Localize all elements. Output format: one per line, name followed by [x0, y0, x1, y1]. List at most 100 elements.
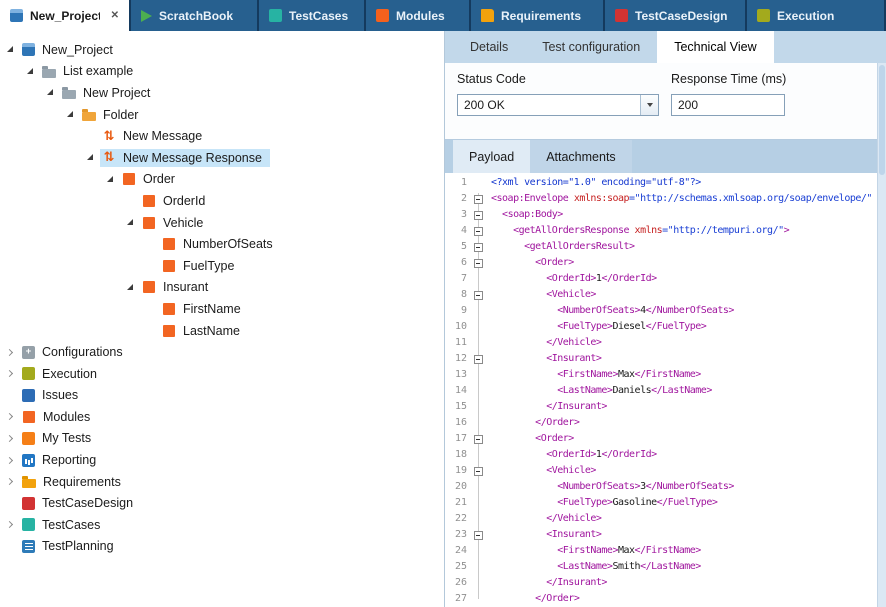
status-code-value: 200 OK [458, 98, 640, 112]
tree-item-testcasedesign[interactable]: TestCaseDesign [0, 492, 444, 514]
xml-editor[interactable]: 1234567891011121314151617181920212223242… [445, 173, 886, 607]
fold-toggle-icon[interactable] [474, 227, 483, 236]
code-token: <Vehicle> [546, 289, 596, 300]
tree-item-issues[interactable]: Issues [0, 385, 444, 407]
gutter-numbers: 1234567891011121314151617181920212223242… [445, 173, 470, 607]
expander-icon[interactable] [104, 173, 117, 186]
fold-toggle-icon[interactable] [474, 355, 483, 364]
fold-toggle-icon[interactable] [474, 435, 483, 444]
tree-item-order[interactable]: Order [0, 169, 444, 191]
tab-label: TestCases [289, 9, 348, 23]
fold-toggle-icon[interactable] [474, 211, 483, 220]
tree-item-testplanning[interactable]: TestPlanning [0, 536, 444, 558]
tree-item-modules[interactable]: Modules [0, 406, 444, 428]
code-token: Gasoline [612, 497, 656, 508]
status-code-select[interactable]: 200 OK [457, 94, 659, 116]
top-tab-new-project[interactable]: New_Project✕ [0, 0, 131, 31]
tree-row-content: FuelType [160, 257, 242, 275]
code-line: <NumberOfSeats>3</NumberOfSeats> [491, 479, 886, 495]
close-icon[interactable]: ✕ [107, 10, 119, 21]
expander-icon[interactable] [4, 475, 17, 488]
code-token: </NumberOfSeats> [646, 305, 734, 316]
tree-item-label: TestCases [42, 518, 100, 532]
scrollbar-thumb[interactable] [879, 65, 885, 175]
tree-item-new-project[interactable]: New Project [0, 82, 444, 104]
fold-toggle-icon[interactable] [474, 531, 483, 540]
tree-item-new-project[interactable]: New_Project [0, 39, 444, 61]
fold-cell [470, 415, 487, 431]
dropdown-arrow-icon[interactable] [640, 95, 658, 115]
line-number: 7 [445, 271, 467, 287]
top-tab-testcasedesign[interactable]: TestCaseDesign [605, 0, 747, 31]
tab-technical-view[interactable]: Technical View [657, 31, 773, 63]
expander-icon[interactable] [124, 216, 137, 229]
tree-item-new-message[interactable]: New Message [0, 125, 444, 147]
line-number: 27 [445, 591, 467, 607]
gutter-folds [470, 173, 487, 607]
fold-toggle-icon[interactable] [474, 291, 483, 300]
code-token: </NumberOfSeats> [646, 481, 734, 492]
tree-item-firstname[interactable]: FirstName [0, 298, 444, 320]
tree-item-execution[interactable]: Execution [0, 363, 444, 385]
expander-icon[interactable] [4, 410, 17, 423]
code-token: </FirstName> [635, 545, 701, 556]
response-time-input[interactable] [671, 94, 785, 116]
line-number: 18 [445, 447, 467, 463]
code-line: <Insurant> [491, 527, 886, 543]
tree-item-insurant[interactable]: Insurant [0, 277, 444, 299]
line-number: 15 [445, 399, 467, 415]
expander-icon[interactable] [124, 281, 137, 294]
expander-icon[interactable] [4, 454, 17, 467]
tree-item-reporting[interactable]: Reporting [0, 449, 444, 471]
top-tab-testcases[interactable]: TestCases [259, 0, 366, 31]
code-token: </FuelType> [646, 321, 707, 332]
fold-toggle-icon[interactable] [474, 243, 483, 252]
fold-toggle-icon[interactable] [474, 259, 483, 268]
code-lines[interactable]: <?xml version="1.0" encoding="utf-8"?><s… [487, 173, 886, 607]
tree-item-vehicle[interactable]: Vehicle [0, 212, 444, 234]
tree-item-configurations[interactable]: Configurations [0, 341, 444, 363]
tree-item-label: Insurant [163, 280, 208, 294]
expander-icon[interactable] [4, 432, 17, 445]
tree-item-label: Execution [42, 367, 97, 381]
line-number: 4 [445, 223, 467, 239]
expander-icon[interactable] [24, 65, 37, 78]
tree-row-content: Folder [80, 106, 146, 124]
top-tab-requirements[interactable]: Requirements [471, 0, 605, 31]
tree-item-numberofseats[interactable]: NumberOfSeats [0, 233, 444, 255]
tree-item-new-message-response[interactable]: New Message Response [0, 147, 444, 169]
tree-item-orderid[interactable]: OrderId [0, 190, 444, 212]
tree-item-list-example[interactable]: List example [0, 61, 444, 83]
expander-icon[interactable] [4, 43, 17, 56]
tree-item-lastname[interactable]: LastName [0, 320, 444, 342]
expander-icon[interactable] [64, 108, 77, 121]
fold-toggle-icon[interactable] [474, 467, 483, 476]
fold-toggle-icon[interactable] [474, 195, 483, 204]
tab-details[interactable]: Details [453, 31, 525, 63]
expander-icon[interactable] [4, 346, 17, 359]
tab-attachments[interactable]: Attachments [530, 140, 631, 173]
expander-icon[interactable] [4, 367, 17, 380]
top-tab-modules[interactable]: Modules [366, 0, 471, 31]
expander-icon[interactable] [4, 518, 17, 531]
tree-item-requirements[interactable]: Requirements [0, 471, 444, 493]
tab-test-configuration[interactable]: Test configuration [525, 31, 657, 63]
expander-icon [4, 497, 17, 510]
tree-item-folder[interactable]: Folder [0, 104, 444, 126]
top-tab-execution[interactable]: Execution [747, 0, 886, 31]
line-number: 3 [445, 207, 467, 223]
fold-cell [470, 383, 487, 399]
code-token: <FirstName> [557, 545, 618, 556]
tab-payload[interactable]: Payload [453, 140, 530, 173]
editor-scrollbar[interactable] [877, 63, 886, 607]
tree-item-label: TestPlanning [42, 539, 114, 553]
expander-icon[interactable] [84, 151, 97, 164]
tree-item-testcases[interactable]: TestCases [0, 514, 444, 536]
code-token: Diesel [612, 321, 645, 332]
fold-cell [470, 431, 487, 447]
top-tab-scratchbook[interactable]: ScratchBook [131, 0, 259, 31]
code-line: <getAllOrdersResult> [491, 239, 886, 255]
tree-item-fueltype[interactable]: FuelType [0, 255, 444, 277]
tree-item-my-tests[interactable]: My Tests [0, 428, 444, 450]
expander-icon[interactable] [44, 86, 57, 99]
